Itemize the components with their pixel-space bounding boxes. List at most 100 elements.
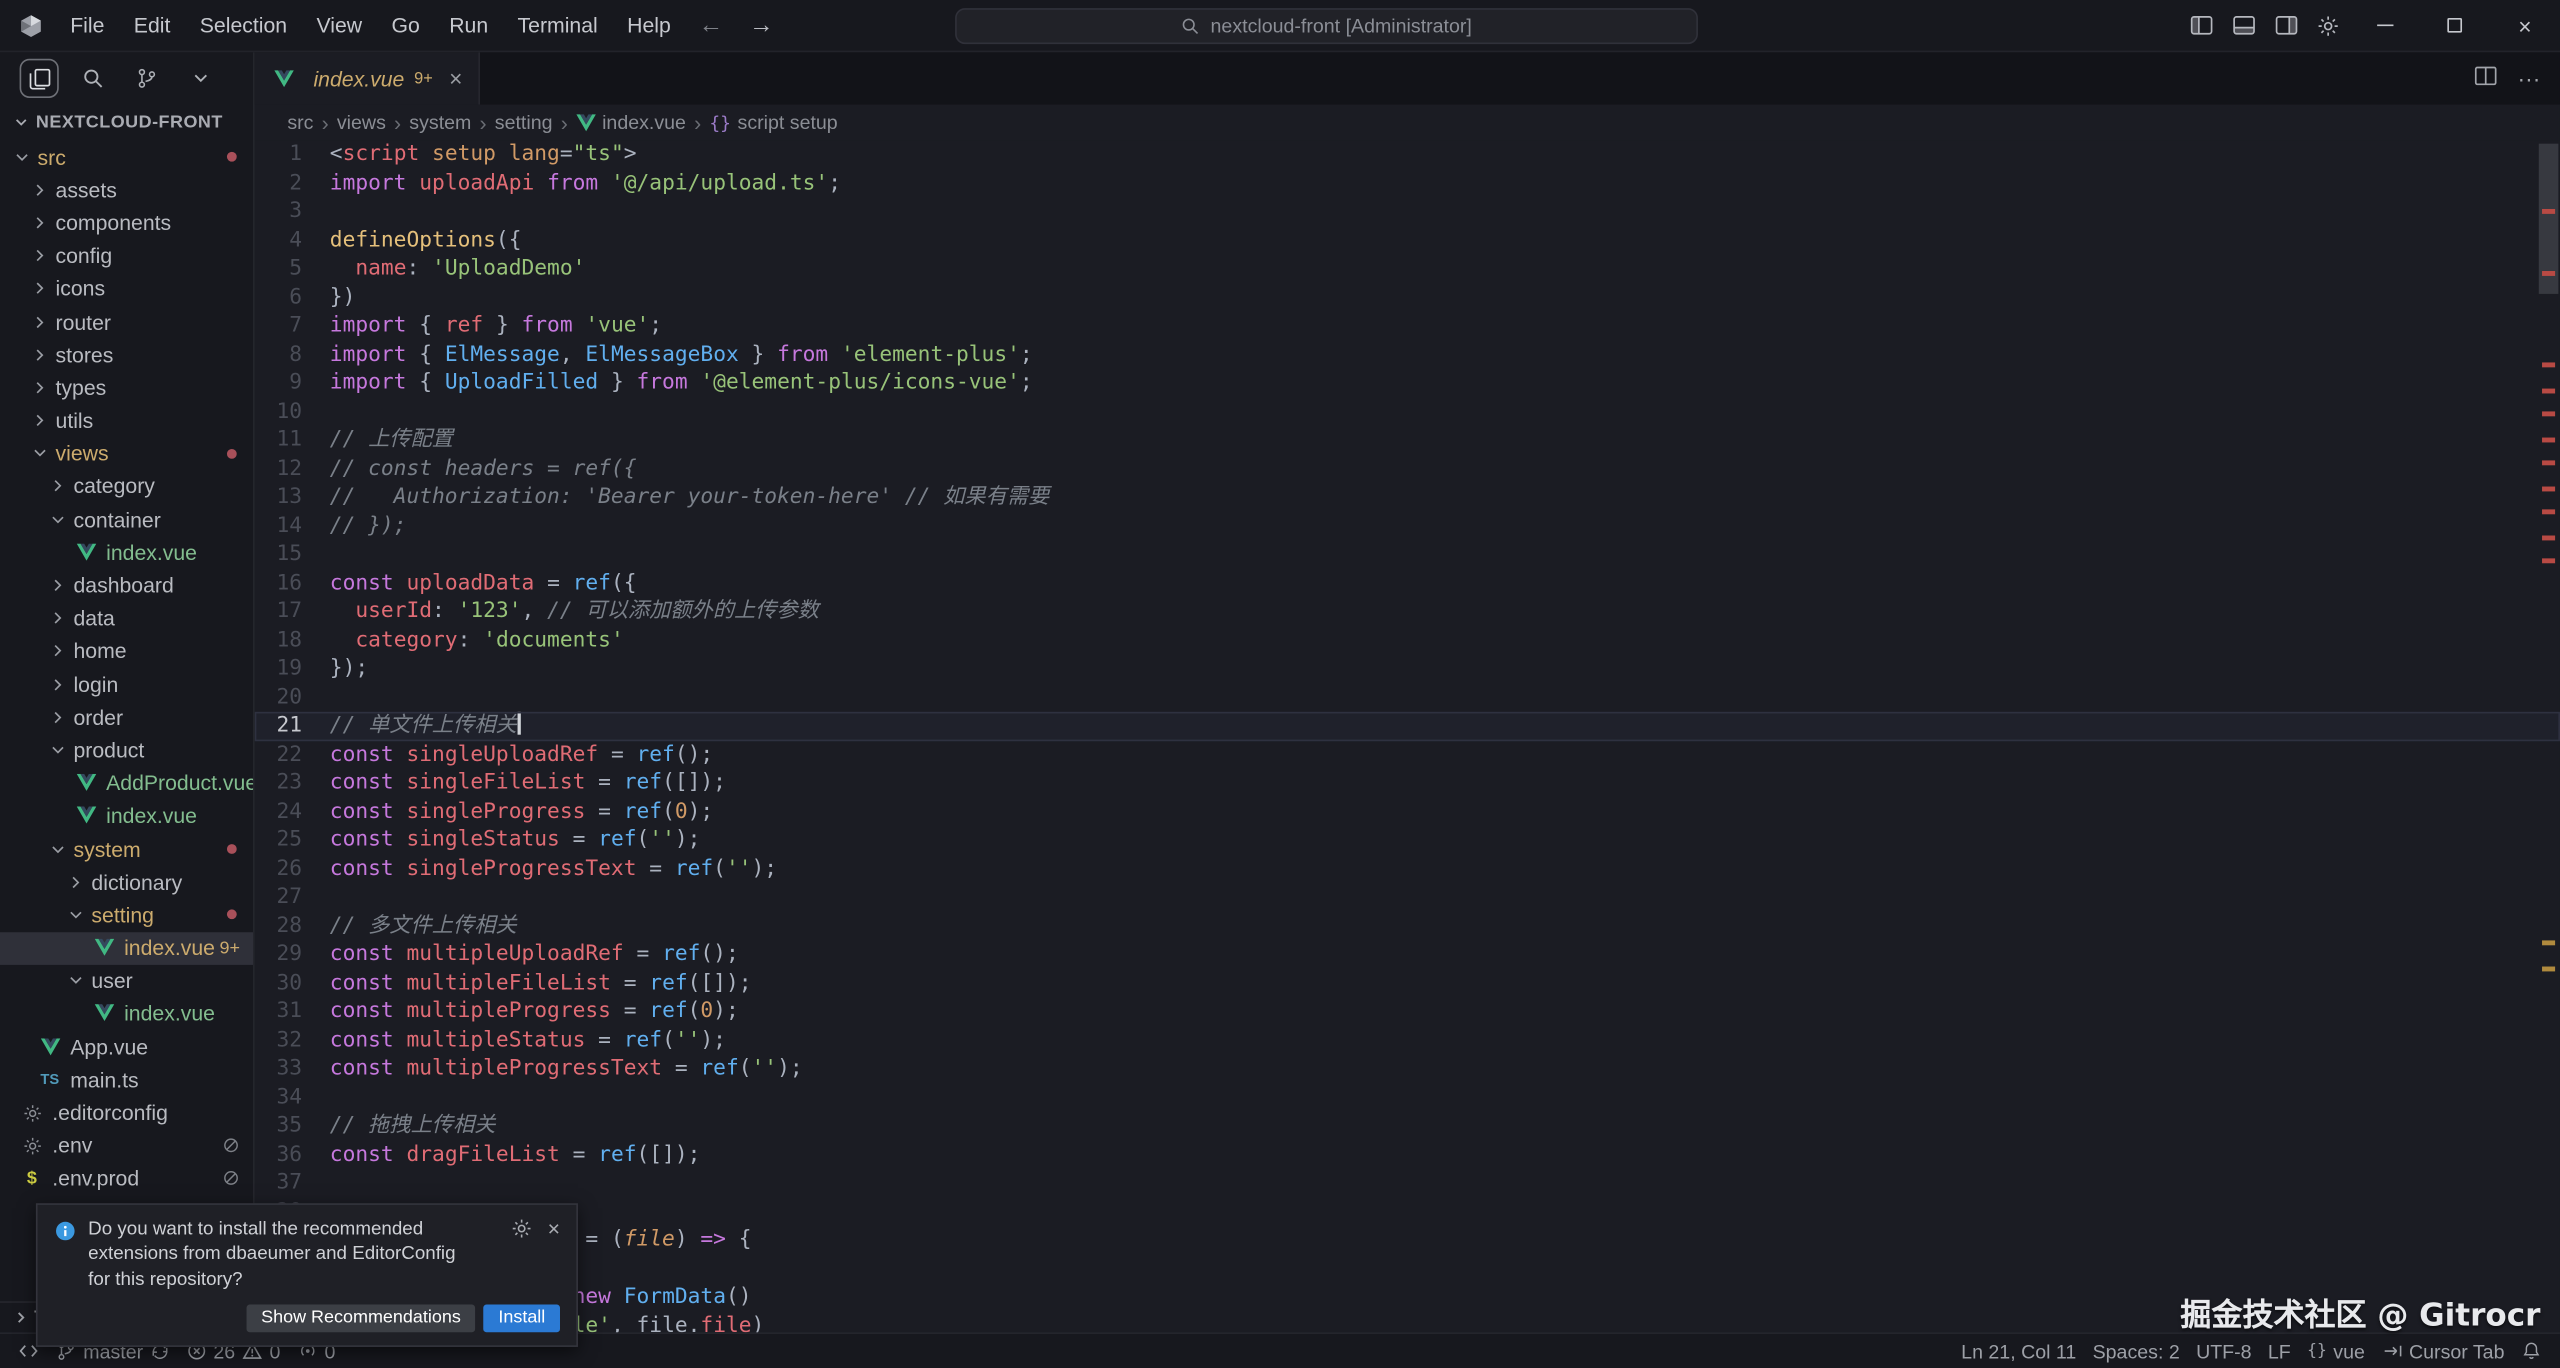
code-line-20[interactable]: 20 [255, 683, 2560, 712]
indentation-item[interactable]: Spaces: 2 [2084, 1340, 2187, 1363]
code-line-7[interactable]: 7import { ref } from 'vue'; [255, 312, 2560, 341]
code-line-12[interactable]: 12// const headers = ref({ [255, 455, 2560, 484]
tab-index-vue[interactable]: index.vue 9+ × [255, 52, 481, 104]
code-line-29[interactable]: 29const multipleUploadRef = ref(); [255, 940, 2560, 969]
notification-settings-gear-icon[interactable] [512, 1218, 533, 1239]
code-line-21[interactable]: 21// 单文件上传相关 [255, 712, 2560, 741]
notifications-bell[interactable] [2513, 1340, 2551, 1361]
tree-item-utils[interactable]: utils [0, 404, 253, 437]
search-view-icon[interactable] [73, 59, 112, 98]
code-line-17[interactable]: 17 userId: '123', // 可以添加额外的上传参数 [255, 598, 2560, 627]
code-line-10[interactable]: 10 [255, 398, 2560, 427]
tree-item-env[interactable]: .env [0, 1129, 253, 1162]
line-number[interactable]: 3 [255, 198, 330, 227]
menu-edit[interactable]: Edit [119, 0, 185, 51]
menu-run[interactable]: Run [435, 0, 503, 51]
line-number[interactable]: 7 [255, 312, 330, 341]
split-editor-icon[interactable] [2473, 64, 2497, 93]
code-line-14[interactable]: 14// }); [255, 512, 2560, 541]
tree-item-setting[interactable]: setting [0, 898, 253, 931]
code-line-16[interactable]: 16const uploadData = ref({ [255, 569, 2560, 598]
line-number[interactable]: 15 [255, 540, 330, 569]
install-button[interactable]: Install [484, 1304, 560, 1332]
line-number[interactable]: 20 [255, 683, 330, 712]
code-line-30[interactable]: 30const multipleFileList = ref([]); [255, 969, 2560, 998]
code-line-31[interactable]: 31const multipleProgress = ref(0); [255, 998, 2560, 1027]
tree-item-assets[interactable]: assets [0, 173, 253, 206]
code-line-3[interactable]: 3 [255, 198, 2560, 227]
nav-forward-button[interactable]: → [736, 11, 787, 39]
line-number[interactable]: 10 [255, 398, 330, 427]
code-line-34[interactable]: 34 [255, 1083, 2560, 1112]
line-number[interactable]: 31 [255, 998, 330, 1027]
code-line-23[interactable]: 23const singleFileList = ref([]); [255, 769, 2560, 798]
line-number[interactable]: 34 [255, 1083, 330, 1112]
notification-close-icon[interactable]: × [548, 1218, 560, 1239]
code-line-37[interactable]: 37 [255, 1169, 2560, 1198]
tree-item-types[interactable]: types [0, 371, 253, 404]
code-line-40[interactable]: 40 console.log(file) [255, 1255, 2560, 1284]
show-recommendations-button[interactable]: Show Recommendations [246, 1304, 475, 1332]
tree-item-dictionary[interactable]: dictionary [0, 866, 253, 899]
code-line-2[interactable]: 2import uploadApi from '@/api/upload.ts'… [255, 169, 2560, 198]
tab-close-icon[interactable]: × [449, 65, 462, 91]
cursor-tab-item[interactable]: Cursor Tab [2373, 1340, 2513, 1363]
code-line-19[interactable]: 19}); [255, 655, 2560, 684]
menu-help[interactable]: Help [612, 0, 685, 51]
line-number[interactable]: 26 [255, 855, 330, 884]
tree-item-system[interactable]: system [0, 833, 253, 866]
encoding-item[interactable]: UTF-8 [2188, 1340, 2260, 1363]
toggle-primary-sidebar-icon[interactable] [2180, 4, 2222, 46]
line-number[interactable]: 21 [255, 712, 330, 741]
line-number[interactable]: 23 [255, 769, 330, 798]
tree-item-home[interactable]: home [0, 635, 253, 668]
language-mode-item[interactable]: {} vue [2299, 1340, 2373, 1363]
line-number[interactable]: 35 [255, 1112, 330, 1141]
code-line-18[interactable]: 18 category: 'documents' [255, 626, 2560, 655]
code-line-36[interactable]: 36const dragFileList = ref([]); [255, 1140, 2560, 1169]
line-number[interactable]: 25 [255, 826, 330, 855]
line-number[interactable]: 4 [255, 226, 330, 255]
source-control-icon[interactable] [127, 59, 166, 98]
line-number[interactable]: 32 [255, 1026, 330, 1055]
code-line-22[interactable]: 22const singleUploadRef = ref(); [255, 740, 2560, 769]
code-line-39[interactable]: 39const customRequest = (file) => { [255, 1226, 2560, 1255]
line-number[interactable]: 37 [255, 1169, 330, 1198]
breadcrumb-item-setting[interactable]: setting [495, 111, 553, 134]
tree-item-dashboard[interactable]: dashboard [0, 569, 253, 602]
code-line-13[interactable]: 13// Authorization: 'Bearer your-token-h… [255, 483, 2560, 512]
line-number[interactable]: 2 [255, 169, 330, 198]
line-number[interactable]: 36 [255, 1140, 330, 1169]
eol-item[interactable]: LF [2260, 1340, 2299, 1363]
code-line-5[interactable]: 5 name: 'UploadDemo' [255, 255, 2560, 284]
tree-item-index-vue[interactable]: index.vue [0, 997, 253, 1030]
window-close-button[interactable]: × [2490, 0, 2560, 51]
menu-view[interactable]: View [302, 0, 377, 51]
breadcrumb-item-script-setup[interactable]: {}script setup [709, 111, 837, 134]
line-number[interactable]: 29 [255, 940, 330, 969]
code-line-11[interactable]: 11// 上传配置 [255, 426, 2560, 455]
code-line-8[interactable]: 8import { ElMessage, ElMessageBox } from… [255, 340, 2560, 369]
code-line-27[interactable]: 27 [255, 883, 2560, 912]
menu-selection[interactable]: Selection [185, 0, 302, 51]
tree-item-category[interactable]: category [0, 470, 253, 503]
line-number[interactable]: 27 [255, 883, 330, 912]
tree-item-icons[interactable]: icons [0, 272, 253, 305]
line-number[interactable]: 9 [255, 369, 330, 398]
breadcrumb-item-index-vue[interactable]: index.vue [576, 111, 686, 134]
toggle-secondary-sidebar-icon[interactable] [2264, 4, 2306, 46]
line-number[interactable]: 22 [255, 740, 330, 769]
line-number[interactable]: 30 [255, 969, 330, 998]
nav-back-button[interactable]: ← [686, 11, 737, 39]
tree-item-config[interactable]: config [0, 239, 253, 272]
tree-item-index-vue[interactable]: index.vue [0, 800, 253, 833]
menu-file[interactable]: File [56, 0, 120, 51]
breadcrumb-item-system[interactable]: system [409, 111, 471, 134]
tree-item-router[interactable]: router [0, 305, 253, 338]
tree-item-editorconfig[interactable]: .editorconfig [0, 1096, 253, 1129]
line-number[interactable]: 18 [255, 626, 330, 655]
line-number[interactable]: 13 [255, 483, 330, 512]
line-number[interactable]: 6 [255, 283, 330, 312]
tree-item-index-vue[interactable]: index.vue9+ [0, 931, 253, 964]
tree-item-index-vue[interactable]: index.vue [0, 536, 253, 569]
